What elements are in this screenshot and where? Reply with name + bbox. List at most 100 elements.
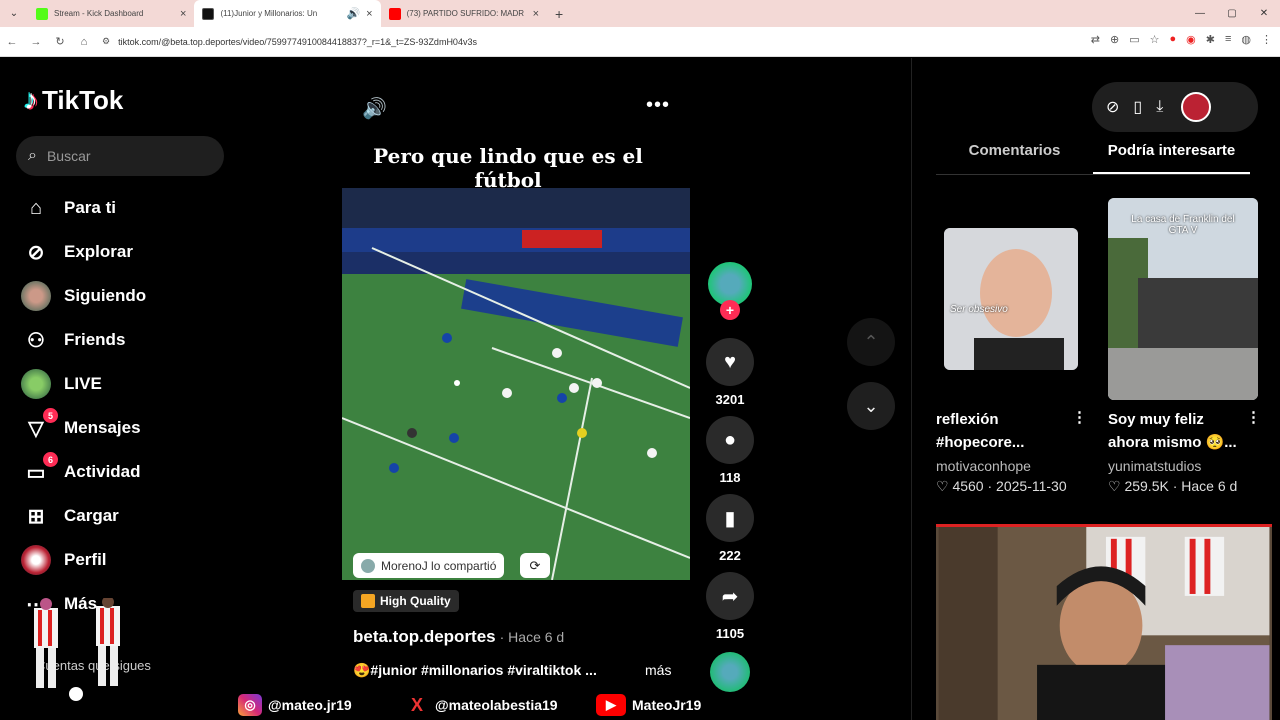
opera-icon[interactable]: ◉ xyxy=(1186,33,1196,46)
card-thumbnail[interactable]: Ser obsesivo xyxy=(944,228,1078,370)
previous-video-button[interactable]: ⌃ xyxy=(847,318,895,366)
upload-icon: ⊞ xyxy=(27,505,45,528)
comment-button[interactable]: ● xyxy=(706,416,754,464)
sound-icon[interactable]: 🔊 xyxy=(362,96,387,121)
device-icon[interactable]: ▯ xyxy=(1133,97,1142,117)
like-button[interactable]: ♥ xyxy=(706,338,754,386)
reload-icon[interactable]: ↻ xyxy=(48,35,72,48)
card-likes: ♡ 259.5K xyxy=(1108,478,1169,494)
save-count: 222 xyxy=(719,548,741,563)
close-icon[interactable]: × xyxy=(533,8,539,20)
search-input[interactable] xyxy=(46,148,197,164)
share-button[interactable]: ➦ xyxy=(706,572,754,620)
browser-menu-icon[interactable]: ⋮ xyxy=(1261,33,1272,46)
sidebar-item-label: Explorar xyxy=(64,242,133,261)
close-icon[interactable]: × xyxy=(180,8,186,20)
tab-comentarios[interactable]: Comentarios xyxy=(936,142,1093,174)
extensions-icon[interactable]: ✱ xyxy=(1206,33,1215,46)
sidebar-item-cargar[interactable]: ⊞ Cargar xyxy=(20,494,146,538)
sidebar-item-label: Cargar xyxy=(64,506,119,525)
browser-tab-bar: ⌄ Stream - Kick Dashboard × (11)Junior y… xyxy=(0,0,1280,27)
like-count: 3201 xyxy=(715,392,745,407)
sidebar-item-perfil[interactable]: Perfil xyxy=(20,538,146,582)
sharer-avatar xyxy=(361,558,375,573)
sidebar-item-para-ti[interactable]: ⌂ Para ti xyxy=(20,186,146,230)
sidebar-item-label: Siguiendo xyxy=(64,286,147,305)
next-video-button[interactable]: ⌄ xyxy=(847,382,895,430)
sidebar-item-friends[interactable]: ⚇ Friends xyxy=(20,318,146,362)
instagram-icon: ◎ xyxy=(238,694,262,716)
maximize-icon[interactable]: ▢ xyxy=(1216,0,1248,27)
card-author[interactable]: motivaconhope xyxy=(936,458,1031,474)
sidebar-item-label: Actividad xyxy=(64,462,141,481)
tab-youtube[interactable]: (73) PARTIDO SUFRIDO: MADR × xyxy=(381,0,547,27)
new-tab-button[interactable]: + xyxy=(555,6,563,22)
tab-podria-interesarte[interactable]: Podría interesarte xyxy=(1093,142,1250,174)
translate-icon[interactable]: ⇄ xyxy=(1091,33,1100,46)
x-handle: X @mateolabestia19 xyxy=(405,694,558,716)
more-options-icon[interactable]: ••• xyxy=(646,94,670,117)
top-tools-pill: ⊘ ▯ ⤓ xyxy=(1092,82,1258,132)
forward-icon[interactable]: → xyxy=(24,36,48,48)
quality-badge[interactable]: High Quality xyxy=(353,590,459,612)
close-window-icon[interactable]: ✕ xyxy=(1248,0,1280,27)
save-button[interactable]: ▮ xyxy=(706,494,754,542)
tab-search-icon[interactable]: ⌄ xyxy=(0,0,28,27)
zoom-icon[interactable]: ⊕ xyxy=(1110,33,1119,46)
cast-icon[interactable]: ▭ xyxy=(1129,33,1139,46)
share-count: 1105 xyxy=(715,626,745,641)
chevron-up-icon: ⌃ xyxy=(863,331,879,352)
profile-icon[interactable]: ◍ xyxy=(1241,33,1251,46)
card-date: Hace 6 d xyxy=(1181,478,1238,494)
sidebar-item-live[interactable]: LIVE xyxy=(20,362,146,406)
right-panel-tabs: Comentarios Podría interesarte xyxy=(936,142,1250,174)
download-icon[interactable]: ⤓ xyxy=(1156,98,1163,116)
description-more-link[interactable]: más xyxy=(645,662,671,678)
speaker-icon[interactable]: 🔊 xyxy=(346,7,360,20)
card-title[interactable]: Soy muy feliz ahora mismo 🥺... xyxy=(1108,408,1248,454)
card-more-icon[interactable]: ⋮ xyxy=(1246,408,1261,426)
sidebar-item-label: Para ti xyxy=(64,198,116,217)
bookmark-star-icon[interactable]: ☆ xyxy=(1150,33,1160,46)
card-title[interactable]: reflexión #hopecore... xyxy=(936,408,1076,454)
youtube-text: MateoJr19 xyxy=(632,697,702,713)
repost-icon[interactable]: ⟳ xyxy=(520,553,550,578)
sidebar-nav: ⌂ Para ti ⊘ Explorar Siguiendo ⚇ Friends… xyxy=(20,186,146,626)
url-field[interactable]: ⚙ tiktok.com/@beta.top.deportes/video/75… xyxy=(102,30,1002,53)
follow-plus-icon[interactable]: + xyxy=(720,300,740,320)
window-controls: — ▢ ✕ xyxy=(1184,0,1280,27)
close-icon[interactable]: × xyxy=(366,8,372,20)
card-more-icon[interactable]: ⋮ xyxy=(1072,408,1087,426)
tab-kick[interactable]: Stream - Kick Dashboard × xyxy=(28,0,194,27)
coins-icon[interactable]: ⊘ xyxy=(1106,97,1119,117)
site-info-icon[interactable]: ⚙ xyxy=(102,36,110,47)
live-avatar xyxy=(20,368,52,400)
sidebar-item-mensajes[interactable]: ▽ 5 Mensajes xyxy=(20,406,146,450)
kick-icon xyxy=(36,7,48,20)
post-time: · Hace 6 d xyxy=(499,629,565,645)
tab-tiktok[interactable]: (11)Junior y Millonarios: Un 🔊 × xyxy=(194,0,381,27)
search-box[interactable]: ⌕ xyxy=(16,136,224,176)
tiktok-icon xyxy=(202,7,215,20)
url-text: tiktok.com/@beta.top.deportes/video/7599… xyxy=(118,36,477,47)
card-author[interactable]: yunimatstudios xyxy=(1108,458,1201,474)
minimize-icon[interactable]: — xyxy=(1184,0,1216,27)
home-icon[interactable]: ⌂ xyxy=(72,36,96,48)
video-author[interactable]: beta.top.deportes · Hace 6 d xyxy=(353,627,564,647)
extension-red-icon[interactable]: ● xyxy=(1169,33,1176,46)
tiktok-page: ♪ TikTok ⌕ ⌂ Para ti ⊘ Explorar Siguiend… xyxy=(0,58,1280,720)
video-description: 😍#junior #millonarios #viraltiktok ... xyxy=(353,662,597,678)
sidebar-item-siguiendo[interactable]: Siguiendo xyxy=(20,274,146,318)
shared-by-chip[interactable]: MorenoJ lo compartió xyxy=(353,553,505,578)
profile-avatar xyxy=(20,544,52,576)
sidebar-item-actividad[interactable]: ▭ 6 Actividad xyxy=(20,450,146,494)
tiktok-logo[interactable]: ♪ TikTok xyxy=(24,84,123,116)
music-disc[interactable] xyxy=(710,652,750,692)
video-player[interactable] xyxy=(342,188,690,580)
reading-list-icon[interactable]: ≡ xyxy=(1225,33,1231,46)
back-icon[interactable]: ← xyxy=(0,36,24,48)
author-name[interactable]: beta.top.deportes xyxy=(353,627,496,646)
sidebar-item-explorar[interactable]: ⊘ Explorar xyxy=(20,230,146,274)
user-avatar[interactable] xyxy=(1181,92,1212,122)
card-thumbnail[interactable]: La casa de Franklin del GTA V xyxy=(1108,198,1258,400)
